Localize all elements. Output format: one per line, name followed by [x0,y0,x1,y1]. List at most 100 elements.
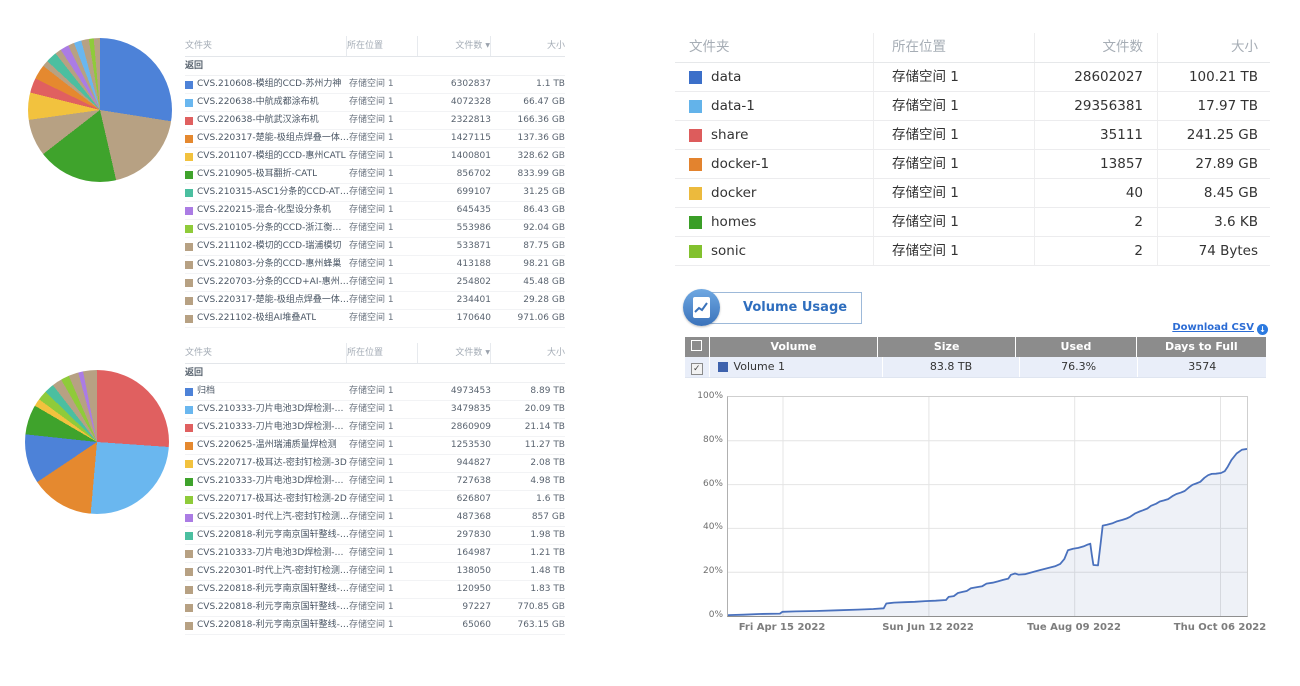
folder-link[interactable]: CVS.210315-ASC1分条的CCD-ATL分条机 [197,184,349,201]
folder-link[interactable]: data [711,63,741,91]
folder-color-swatch [185,388,193,396]
folder-color-swatch [185,550,193,558]
folder-size: 17.97 TB [1158,92,1270,120]
folder-color-swatch [185,496,193,504]
folder-size: 29.28 GB [491,292,565,309]
column-folder[interactable]: 文件夹 [675,33,874,62]
volume-days-to-full: 3574 [1138,357,1266,377]
folder-size: 857 GB [491,509,565,526]
table-row: CVS.220301-时代上汽-密封钉检测-3D 存储空间 1 487368 8… [185,509,565,527]
folder-size: 20.09 TB [491,401,565,418]
folder-link[interactable]: CVS.210105-分条的CCD-浙江衡威（兰溪） [197,220,349,237]
folder-link[interactable]: CVS.210333-刀片电池3D焊检测-宁乡 [197,419,349,436]
table-row: 归档 存储空间 1 4973453 8.89 TB [185,383,565,401]
folder-link[interactable]: CVS.220818-利元亨南京国轩整线-底板激光焊屏... [197,599,349,616]
folder-link[interactable]: homes [711,208,756,236]
folder-link[interactable]: docker-1 [711,150,769,178]
column-location[interactable]: 所在位置 [874,33,1035,62]
folder-link[interactable]: CVS.221102-极组AI堆叠ATL [197,310,316,327]
column-location[interactable]: 所在位置 [346,343,417,363]
folder-link[interactable]: data-1 [711,92,755,120]
folder-size: 11.27 TB [491,437,565,454]
back-link[interactable]: 返回 [185,364,565,383]
folder-size: 100.21 TB [1158,63,1270,91]
folder-link[interactable]: CVS.211102-模切的CCD-瑞浦模切 [197,238,341,255]
folder-link[interactable]: CVS.220703-分条的CCD+AI-惠州蜂巢 [197,274,349,291]
download-icon[interactable]: ↓ [1257,324,1268,335]
folder-table-bottom: 文件夹 所在位置 文件数▼ 大小 返回 归档 存储空间 1 4973453 8.… [185,343,565,635]
folder-count: 413188 [419,256,491,273]
column-size[interactable]: 大小 [1158,33,1270,62]
folder-link[interactable]: CVS.220317-楚能-极组点焊叠一体机-定位 [197,292,349,309]
folder-link[interactable]: 归档 [197,383,215,400]
folder-link[interactable]: CVS.210333-刀片电池3D焊检测-无为-2期 [197,401,349,418]
folder-link[interactable]: CVS.220818-利元亨南京国轩整线-密封钉 [197,617,349,634]
column-folder[interactable]: 文件夹 [185,343,346,363]
folder-link[interactable]: CVS.220215-混合-化型设分条机 [197,202,331,219]
table-row: CVS.210905-极耳翻折-CATL 存储空间 1 856702 833.9… [185,166,565,184]
folder-count: 120950 [419,581,491,598]
folder-link[interactable]: CVS.220638-中航武汉涂布机 [197,112,319,129]
x-axis-label: Sun Jun 12 2022 [868,622,988,633]
folder-count: 533871 [419,238,491,255]
folder-link[interactable]: CVS.210803-分条的CCD-惠州蜂巢 [197,256,341,273]
table-header: 文件夹 所在位置 文件数 大小 [675,33,1270,63]
folder-link[interactable]: CVS.210333-刀片电池3D焊检测-坪山 [197,473,349,490]
folder-color-swatch [185,442,193,450]
folder-link[interactable]: CVS.220818-利元亨南京国轩整线-顶盖焊-2D [197,581,349,598]
column-count[interactable]: 文件数 [1035,33,1158,62]
table-row: CVS.210333-刀片电池3D焊检测-坪山 存储空间 1 727638 4.… [185,473,565,491]
folder-count: 626807 [419,491,491,508]
folder-link[interactable]: CVS.220717-极耳达-密封钉检测-2D [197,491,347,508]
column-size[interactable]: 大小 [490,36,565,56]
volume-table: Volume Size Used Days to Full ✓ Volume 1… [685,337,1266,378]
folder-link[interactable]: CVS.220638-中航成都涂布机 [197,94,319,111]
folder-link[interactable]: CVS.220625-温州瑞浦质量焊检测 [197,437,337,454]
folder-link[interactable]: share [711,121,748,149]
select-all-checkbox[interactable] [685,337,710,357]
folder-link[interactable]: CVS.210905-极耳翻折-CATL [197,166,317,183]
column-count[interactable]: 文件数▼ [417,36,490,56]
folder-count: 487368 [419,509,491,526]
column-days-to-full: Days to Full [1137,337,1266,357]
row-checkbox[interactable]: ✓ [685,357,710,377]
folder-link[interactable]: CVS.201107-模组的CCD-惠州CATL [197,148,346,165]
column-location[interactable]: 所在位置 [346,36,417,56]
folder-link[interactable]: CVS.210608-模组的CCD-苏州力神 [197,76,341,93]
folder-count: 645435 [419,202,491,219]
folder-size: 87.75 GB [491,238,565,255]
folder-link[interactable]: CVS.220317-楚能-极组点焊叠一体机-缺陷检测 [197,130,349,147]
back-link[interactable]: 返回 [185,57,565,76]
folder-link[interactable]: docker [711,179,756,207]
folder-count: 2 [1035,237,1158,265]
y-axis-label: 20% [691,566,723,576]
volume-row: ✓ Volume 1 83.8 TB 76.3% 3574 [685,357,1266,378]
folder-link[interactable]: CVS.220818-利元亨南京国轩整线-顶盖焊-3D [197,527,349,544]
folder-link[interactable]: CVS.220301-时代上汽-密封钉检测-3D [197,509,349,526]
folder-location: 存储空间 1 [349,545,419,562]
folder-location: 存储空间 1 [349,256,419,273]
folder-link[interactable]: CVS.210333-刀片电池3D焊检测-重庆 [197,545,349,562]
column-size[interactable]: 大小 [490,343,565,363]
folder-count: 35111 [1035,121,1158,149]
y-axis-label: 100% [691,391,723,401]
folder-location: 存储空间 1 [349,148,419,165]
folder-link[interactable]: CVS.220717-极耳达-密封钉检测-3D [197,455,347,472]
folder-color-swatch [185,297,193,305]
column-count[interactable]: 文件数▼ [417,343,490,363]
shared-folder-table: 文件夹 所在位置 文件数 大小 data 存储空间 1 28602027 100… [675,33,1270,266]
folder-location: 存储空间 1 [349,238,419,255]
panel-title: Volume Usage [743,300,847,315]
table-row: CVS.220625-温州瑞浦质量焊检测 存储空间 1 1253530 11.2… [185,437,565,455]
folder-size: 74 Bytes [1158,237,1270,265]
folder-link[interactable]: sonic [711,237,746,265]
column-folder[interactable]: 文件夹 [185,36,346,56]
folder-color-swatch [689,129,702,142]
table-row: CVS.220717-极耳达-密封钉检测-3D 存储空间 1 944827 2.… [185,455,565,473]
folder-link[interactable]: CVS.220301-时代上汽-密封钉检测-2D [197,563,349,580]
folder-location: 存储空间 1 [874,92,1035,120]
folder-count: 40 [1035,179,1158,207]
folder-size: 3.6 KB [1158,208,1270,236]
folder-size: 21.14 TB [491,419,565,436]
download-csv-link[interactable]: Download CSV [1172,322,1254,333]
